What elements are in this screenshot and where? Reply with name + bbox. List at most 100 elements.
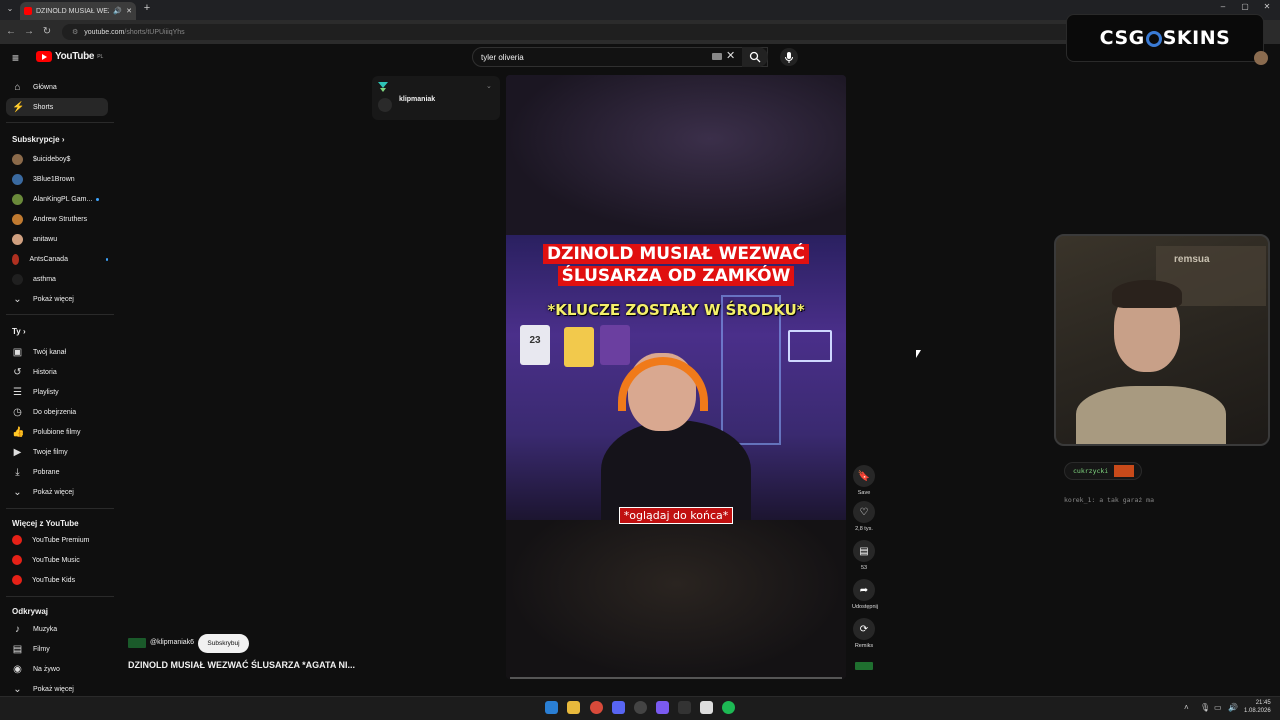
section-subscriptions[interactable]: Subskrypcje ›	[12, 135, 64, 144]
youtube-logo[interactable]: YouTube PL	[36, 51, 103, 62]
sidebar-item-subscription[interactable]: Andrew Struthers	[6, 210, 108, 228]
sidebar-item-label: YouTube Kids	[32, 576, 76, 584]
sidebar-item-your-videos[interactable]: ▶ Twoje filmy	[6, 443, 108, 461]
speaker-icon: 🔊	[113, 8, 123, 15]
save-button[interactable]: 🔖 Save	[852, 465, 876, 496]
file-explorer-icon[interactable]	[567, 701, 580, 714]
tab-search-icon[interactable]: ⌄	[4, 4, 16, 16]
sidebar-item-subscription[interactable]: AntsCanada	[6, 250, 108, 268]
obs-icon[interactable]	[634, 701, 647, 714]
heart-icon: ♡	[853, 501, 875, 523]
sound-thumbnail[interactable]	[855, 662, 873, 670]
sidebar-item-label: Na żywo	[33, 665, 60, 673]
sidebar-item-playlists[interactable]: ☰ Playlisty	[6, 383, 108, 401]
youtube-music-icon	[12, 555, 22, 565]
keyboard-icon[interactable]	[712, 53, 722, 60]
comments-button[interactable]: ▤ 53	[852, 540, 876, 571]
menu-icon[interactable]: ≡	[12, 52, 24, 64]
account-avatar[interactable]	[1254, 51, 1268, 65]
section-explore: Odkrywaj	[12, 607, 48, 616]
discord-icon[interactable]	[612, 701, 625, 714]
sidebar-item-your-channel[interactable]: ▣ Twój kanał	[6, 343, 108, 361]
chevron-down-icon: ⌄	[13, 683, 22, 695]
network-icon[interactable]: ▭	[1214, 703, 1222, 712]
channel-avatar	[12, 153, 23, 165]
voice-search-button[interactable]	[780, 48, 798, 66]
sidebar-item-downloads[interactable]: ⤓ Pobrane	[6, 463, 108, 481]
search-button[interactable]	[742, 47, 768, 67]
sidebar-item-label: Polubione filmy	[33, 428, 81, 436]
sidebar-item-films[interactable]: ▤ Filmy	[6, 640, 108, 658]
tab-close-icon[interactable]: ✕	[126, 7, 132, 15]
jersey-image	[600, 325, 630, 365]
channel-avatar	[12, 173, 23, 185]
sidebar-item-youtube-music[interactable]: YouTube Music	[6, 551, 108, 569]
clear-search-icon[interactable]: ✕	[726, 50, 736, 62]
sidebar-item-subscription[interactable]: asthma	[6, 270, 108, 288]
chevron-down-icon[interactable]: ⌄	[486, 82, 492, 90]
volume-icon[interactable]: 🔊	[1228, 703, 1238, 712]
sidebar-item-show-more[interactable]: ⌄ Pokaż więcej	[6, 483, 108, 501]
channel-avatar	[12, 213, 23, 225]
sidebar-item-history[interactable]: ↺ Historia	[6, 363, 108, 381]
subscribe-button[interactable]: Subskrybuj	[198, 634, 249, 653]
sidebar-item-youtube-premium[interactable]: YouTube Premium	[6, 531, 108, 549]
like-button[interactable]: ♡ 2,8 tys.	[852, 501, 876, 532]
section-you[interactable]: Ty ›	[12, 327, 26, 336]
sidebar-item-show-more[interactable]: ⌄ Pokaż więcej	[6, 290, 108, 308]
home-icon: ⌂	[14, 81, 21, 93]
browser-tab[interactable]: DZINOLD MUSIAŁ WEZWA 🔊 ✕	[20, 2, 136, 20]
youtube-kids-icon	[12, 575, 22, 585]
app-icon[interactable]	[656, 701, 669, 714]
tray-chevron-icon[interactable]: ˄	[1184, 703, 1189, 712]
divider	[6, 596, 114, 597]
window-close-icon[interactable]: ✕	[1258, 2, 1276, 16]
sidebar-item-subscription[interactable]: AlanKingPL Gam...	[6, 190, 108, 208]
share-button[interactable]: ➦ Udostępnij	[852, 579, 878, 610]
sidebar-item-label: YouTube Premium	[32, 536, 90, 544]
shorts-video-player[interactable]: 23 DZINOLD MUSIAŁ WEZWAĆ ŚLUSARZA OD ZAM…	[506, 75, 846, 679]
url-field[interactable]: ⚙ youtube.com/shorts/tUPUiiiqYhs	[62, 24, 1142, 40]
reload-icon[interactable]: ↻	[40, 25, 54, 39]
back-icon[interactable]: ←	[4, 25, 18, 39]
spotify-icon[interactable]	[722, 701, 735, 714]
chrome-icon[interactable]	[590, 701, 603, 714]
video-progress-bar[interactable]	[510, 677, 842, 679]
video-blur-bottom	[506, 520, 846, 679]
sidebar-item-youtube-kids[interactable]: YouTube Kids	[6, 571, 108, 589]
remix-button[interactable]: ⟳ Remiks	[852, 618, 876, 649]
basketball-hoop	[788, 330, 832, 362]
sidebar-item-home[interactable]: ⌂ Główna	[6, 78, 108, 96]
start-icon[interactable]	[545, 701, 558, 714]
channel-card[interactable]	[372, 76, 500, 120]
sidebar-item-watch-later[interactable]: ◷ Do obejrzenia	[6, 403, 108, 421]
app-icon[interactable]	[678, 701, 691, 714]
sidebar-item-liked[interactable]: 👍 Polubione filmy	[6, 423, 108, 441]
sidebar-item-label: Do obejrzenia	[33, 408, 77, 416]
forward-icon[interactable]: →	[22, 25, 36, 39]
new-tab-button[interactable]: +	[140, 2, 154, 16]
music-icon: ♪	[15, 623, 20, 635]
search-input[interactable]: tyler oliveria	[472, 47, 768, 67]
clock[interactable]: 21:45 1.08.2026	[1244, 699, 1271, 715]
channel-logo-icon	[378, 82, 388, 92]
channel-handle[interactable]: @klipmaniak6	[150, 639, 194, 646]
mic-tray-icon[interactable]: 🎙	[1200, 703, 1210, 712]
channel-name[interactable]: klipmaniak	[399, 96, 435, 103]
channel-avatar[interactable]	[128, 638, 146, 648]
clock-time: 21:45	[1255, 700, 1271, 706]
sidebar-item-shorts[interactable]: ⚡ Shorts	[6, 98, 108, 116]
chat-message: cukrzycki	[1064, 462, 1142, 480]
sidebar-item-subscription[interactable]: 3Blue1Brown	[6, 170, 108, 188]
notepad-icon[interactable]	[700, 701, 713, 714]
sidebar-item-subscription[interactable]: anitawu	[6, 230, 108, 248]
channel-avatar	[12, 253, 20, 265]
video-title[interactable]: DZINOLD MUSIAŁ WEZWAĆ ŚLUSARZA *AGATA NI…	[128, 660, 378, 670]
sidebar-item-subscription[interactable]: $uicideboy$	[6, 150, 108, 168]
site-info-icon[interactable]: ⚙	[72, 28, 78, 36]
brand-right: SKINS	[1162, 27, 1231, 49]
sidebar-item-label: YouTube Music	[32, 556, 80, 564]
sidebar-item-live[interactable]: ◉ Na żywo	[6, 660, 108, 678]
section-title: Ty	[12, 327, 21, 336]
sidebar-item-music[interactable]: ♪ Muzyka	[6, 620, 108, 638]
